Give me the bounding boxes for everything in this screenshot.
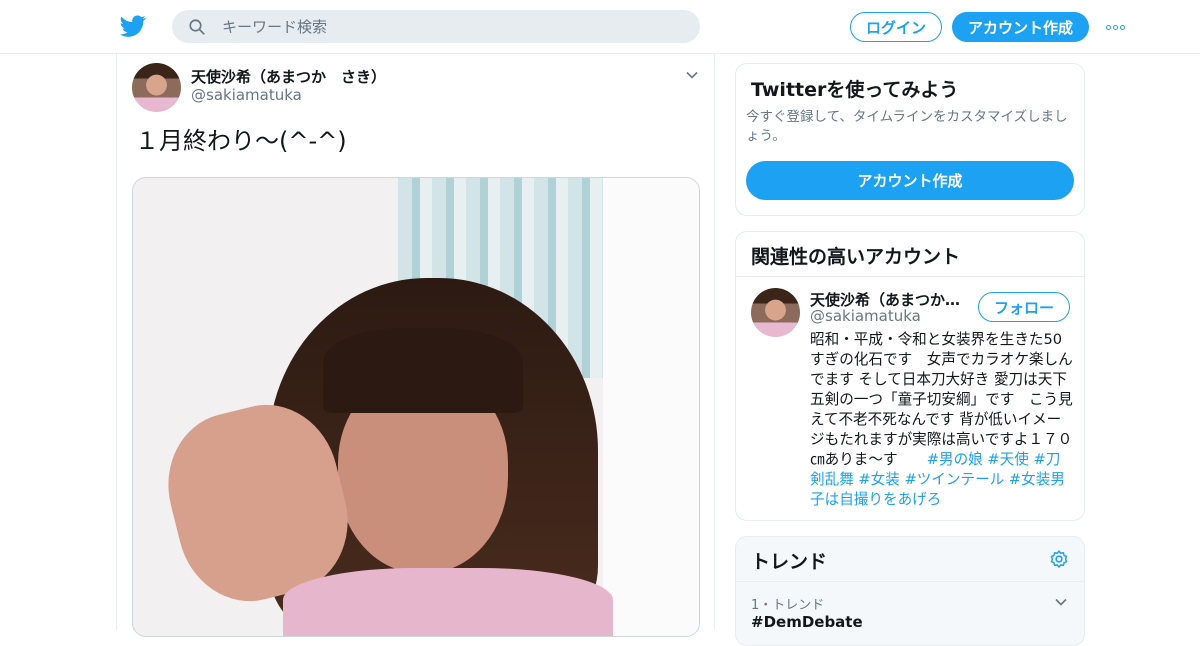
bio-text: 昭和・平成・令和と女装界を生きた50すぎの化石です 女声でカラオケ楽しんでます … bbox=[810, 331, 1073, 468]
trend-meta: 1・トレンド bbox=[751, 598, 825, 613]
tweet-display-name[interactable]: 天使沙希（あまつか さき） bbox=[191, 66, 386, 87]
trend-item[interactable]: 1・トレンド #DemDebate bbox=[736, 583, 1084, 643]
login-button[interactable]: ログイン bbox=[850, 12, 942, 42]
avatar[interactable] bbox=[751, 288, 800, 337]
photo-bangs bbox=[323, 328, 523, 413]
try-twitter-signup-button[interactable]: アカウント作成 bbox=[746, 161, 1074, 200]
gear-icon[interactable] bbox=[1049, 549, 1069, 569]
trend-name[interactable]: #DemDebate bbox=[751, 613, 863, 631]
search-box[interactable] bbox=[172, 10, 700, 43]
trends-title: トレンド bbox=[751, 551, 828, 573]
tweet-photo[interactable] bbox=[132, 177, 700, 637]
related-account-item: 天使沙希（あまつか… @sakiamatuka フォロー 昭和・平成・令和と女装… bbox=[736, 277, 1084, 520]
search-icon bbox=[189, 19, 205, 35]
related-accounts-card: 関連性の高いアカウント 天使沙希（あまつか… @sakiamatuka フォロー… bbox=[735, 231, 1085, 521]
tweet-handle[interactable]: @sakiamatuka bbox=[191, 86, 302, 104]
tweet-column: 天使沙希（あまつか さき） @sakiamatuka １月終わり〜(^-^) bbox=[116, 54, 715, 637]
signup-button[interactable]: アカウント作成 bbox=[952, 12, 1089, 42]
chevron-down-icon[interactable] bbox=[685, 68, 699, 82]
photo-shirt bbox=[283, 568, 613, 636]
related-title: 関連性の高いアカウント bbox=[751, 246, 961, 268]
photo-wall bbox=[603, 178, 699, 636]
tweet-text: １月終わり〜(^-^) bbox=[135, 127, 347, 155]
follow-button[interactable]: フォロー bbox=[978, 292, 1070, 322]
related-bio: 昭和・平成・令和と女装界を生きた50すぎの化石です 女声でカラオケ楽しんでます … bbox=[810, 330, 1074, 510]
try-twitter-card: Twitterを使ってみよう 今すぐ登録して、タイムラインをカスタマイズしましょ… bbox=[735, 63, 1085, 216]
chevron-down-icon[interactable] bbox=[1054, 595, 1068, 609]
twitter-bird-icon[interactable] bbox=[120, 13, 146, 39]
search-input[interactable] bbox=[222, 10, 682, 43]
try-twitter-title: Twitterを使ってみよう bbox=[751, 79, 959, 101]
related-header: 関連性の高いアカウント bbox=[736, 232, 1084, 277]
top-bar: ログイン アカウント作成 bbox=[0, 0, 1200, 54]
avatar[interactable] bbox=[132, 63, 181, 112]
trends-header: トレンド bbox=[736, 537, 1084, 582]
related-handle[interactable]: @sakiamatuka bbox=[810, 307, 921, 325]
try-twitter-description: 今すぐ登録して、タイムラインをカスタマイズしましょう。 bbox=[746, 109, 1068, 144]
more-dots-icon[interactable] bbox=[1106, 17, 1130, 37]
